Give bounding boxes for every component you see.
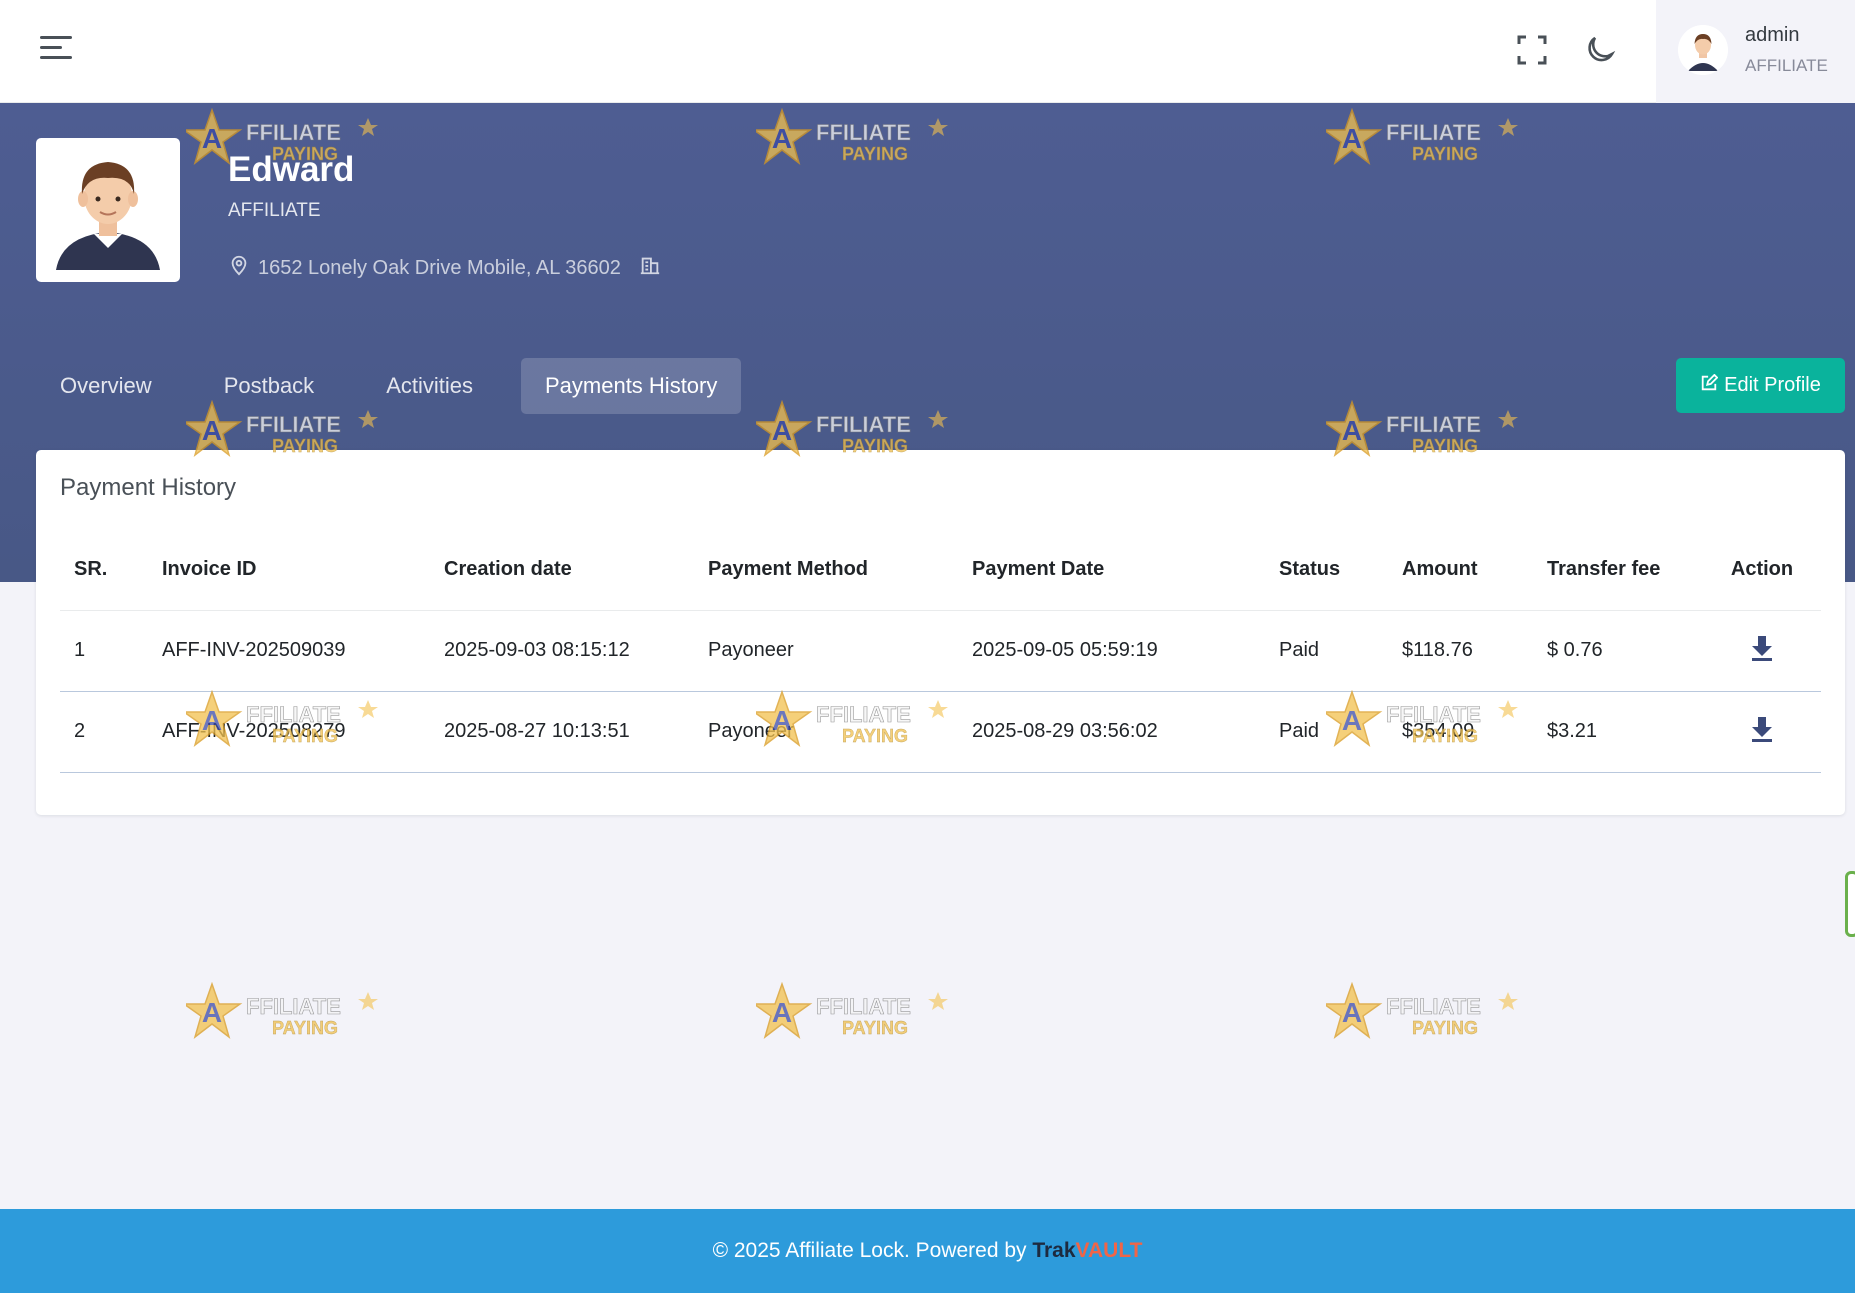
download-icon[interactable]: [1749, 715, 1775, 743]
download-icon[interactable]: [1749, 634, 1775, 662]
footer-text: © 2025 Affiliate Lock. Powered by: [712, 1239, 1033, 1262]
watermark-logo: A FFILIATEPAYING: [751, 981, 956, 1052]
col-amount: Amount: [1388, 530, 1533, 611]
svg-text:A: A: [1342, 997, 1362, 1028]
profile-name: Edward: [228, 150, 355, 189]
svg-text:FFILIATE: FFILIATE: [816, 994, 911, 1019]
cell-status: Paid: [1265, 691, 1388, 773]
cell-invoice-id: AFF-INV-202508279: [148, 691, 430, 773]
user-role: AFFILIATE: [1745, 56, 1828, 75]
cell-sr: 1: [60, 610, 148, 692]
cell-transfer-fee: $3.21: [1533, 691, 1703, 773]
footer: © 2025 Affiliate Lock. Powered by TrakVA…: [0, 1209, 1855, 1293]
col-transfer-fee: Transfer fee: [1533, 530, 1703, 611]
profile-avatar: [36, 138, 180, 282]
col-status: Status: [1265, 530, 1388, 611]
card-title: Payment History: [60, 474, 237, 501]
payment-history-table: SR. Invoice ID Creation date Payment Met…: [60, 530, 1821, 773]
cell-amount: $354.09: [1388, 691, 1533, 773]
cell-action: [1703, 691, 1821, 773]
cell-invoice-id: AFF-INV-202509039: [148, 610, 430, 692]
profile-role: AFFILIATE: [228, 200, 321, 221]
col-creation-date: Creation date: [430, 530, 694, 611]
edit-profile-label: Edit Profile: [1724, 374, 1821, 396]
table-header-row: SR. Invoice ID Creation date Payment Met…: [60, 530, 1821, 611]
cell-transfer-fee: $ 0.76: [1533, 610, 1703, 692]
hamburger-icon[interactable]: [40, 36, 74, 62]
watermark-logo: A FFILIATEPAYING: [1321, 981, 1526, 1052]
profile-address: 1652 Lonely Oak Drive Mobile, AL 36602: [228, 254, 661, 282]
svg-text:PAYING: PAYING: [842, 1018, 908, 1038]
cell-action: [1703, 610, 1821, 692]
cell-payment-method: Payoneer: [694, 691, 958, 773]
building-icon: [639, 254, 661, 282]
cell-payment-method: Payoneer: [694, 610, 958, 692]
svg-text:FFILIATE: FFILIATE: [1386, 994, 1481, 1019]
cell-amount: $118.76: [1388, 610, 1533, 692]
cell-creation-date: 2025-08-27 10:13:51: [430, 691, 694, 773]
col-sr: SR.: [60, 530, 148, 611]
tab-activities[interactable]: Activities: [362, 358, 497, 414]
profile-tabs: Overview Postback Activities Payments Hi…: [36, 358, 765, 414]
edit-profile-button[interactable]: Edit Profile: [1676, 358, 1845, 413]
table-row: 2 AFF-INV-202508279 2025-08-27 10:13:51 …: [60, 691, 1821, 773]
col-payment-method: Payment Method: [694, 530, 958, 611]
cell-status: Paid: [1265, 610, 1388, 692]
fullscreen-icon[interactable]: [1514, 32, 1550, 68]
col-action: Action: [1703, 530, 1821, 611]
cell-payment-date: 2025-08-29 03:56:02: [958, 691, 1265, 773]
svg-text:A: A: [202, 997, 222, 1028]
tab-payments-history[interactable]: Payments History: [520, 358, 742, 414]
edit-icon: [1700, 373, 1719, 398]
user-name: admin: [1745, 24, 1800, 46]
col-payment-date: Payment Date: [958, 530, 1265, 611]
avatar: [1678, 25, 1728, 75]
side-feedback-tab[interactable]: [1845, 871, 1855, 937]
svg-text:PAYING: PAYING: [1412, 1018, 1478, 1038]
tab-postback[interactable]: Postback: [200, 358, 339, 414]
cell-creation-date: 2025-09-03 08:15:12: [430, 610, 694, 692]
col-invoice-id: Invoice ID: [148, 530, 430, 611]
cell-payment-date: 2025-09-05 05:59:19: [958, 610, 1265, 692]
svg-text:A: A: [772, 997, 792, 1028]
footer-brand-vault: VAULT: [1075, 1239, 1143, 1262]
user-menu[interactable]: admin AFFILIATE: [1656, 0, 1855, 103]
address-text: 1652 Lonely Oak Drive Mobile, AL 36602: [258, 256, 621, 279]
cell-sr: 2: [60, 691, 148, 773]
svg-text:FFILIATE: FFILIATE: [246, 994, 341, 1019]
svg-text:PAYING: PAYING: [272, 1018, 338, 1038]
footer-brand-trak: Trak: [1032, 1239, 1076, 1262]
map-pin-icon: [228, 254, 250, 282]
moon-icon[interactable]: [1582, 32, 1618, 68]
payment-history-card: Payment History SR. Invoice ID Creation …: [36, 450, 1845, 815]
top-bar: admin AFFILIATE: [0, 0, 1855, 103]
watermark-logo: A FFILIATEPAYING: [181, 981, 386, 1052]
table-row: 1 AFF-INV-202509039 2025-09-03 08:15:12 …: [60, 610, 1821, 692]
tab-overview[interactable]: Overview: [36, 358, 176, 414]
